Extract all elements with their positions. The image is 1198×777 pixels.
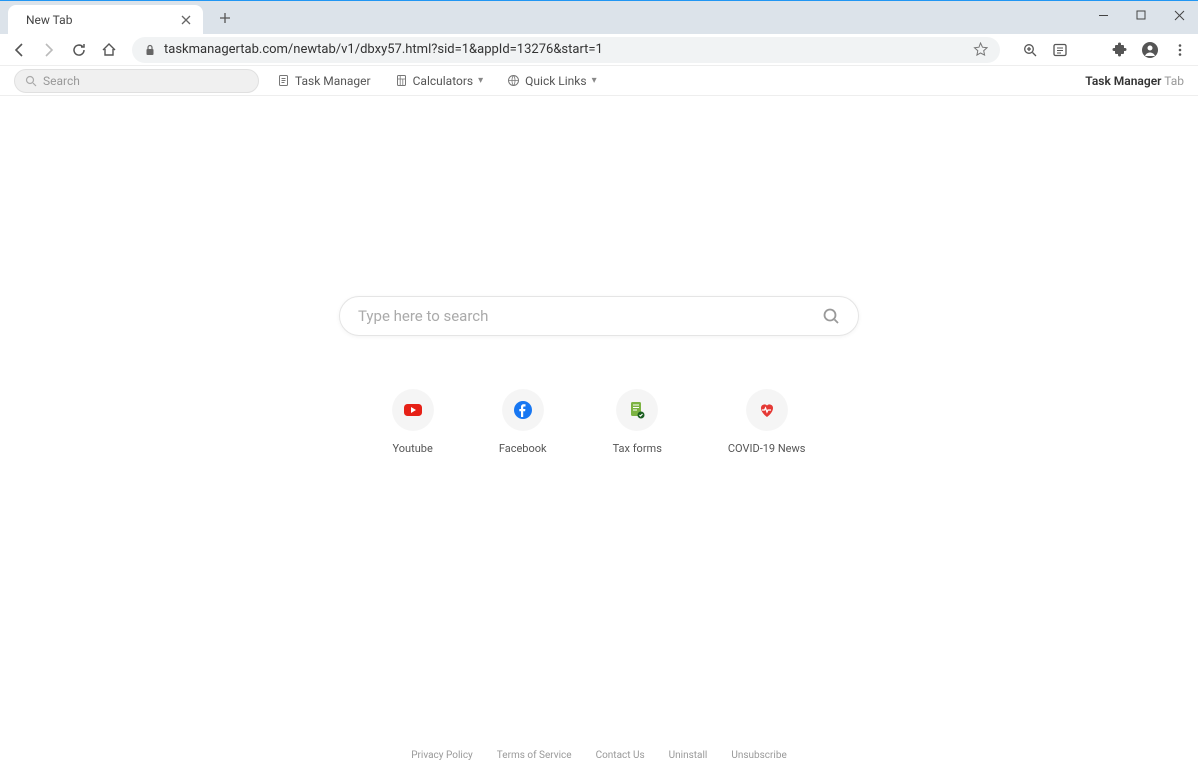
footer-link-unsubscribe[interactable]: Unsubscribe (731, 750, 786, 761)
main-content: Youtube Facebook Tax forms COVID-19 News… (0, 96, 1198, 777)
reload-button[interactable] (66, 37, 92, 63)
footer-link-terms[interactable]: Terms of Service (497, 750, 572, 761)
extensions-icon[interactable] (1108, 38, 1132, 62)
shortcut-label: Tax forms (613, 442, 662, 455)
quick-links-menu[interactable]: Quick Links ▾ (501, 70, 602, 92)
shortcut-tax-forms[interactable]: Tax forms (613, 390, 662, 455)
calculator-icon (395, 74, 408, 87)
search-icon (25, 75, 37, 87)
home-button[interactable] (96, 37, 122, 63)
globe-icon (507, 74, 520, 87)
calculators-label: Calculators (413, 74, 474, 88)
shortcut-facebook[interactable]: Facebook (499, 390, 547, 455)
calculators-menu[interactable]: Calculators ▾ (389, 70, 490, 92)
new-tab-button[interactable] (211, 4, 239, 32)
menu-icon[interactable] (1168, 38, 1192, 62)
shortcut-label: COVID-19 News (728, 442, 806, 455)
youtube-icon (393, 390, 433, 430)
shortcut-label: Facebook (499, 442, 547, 455)
window-controls (1084, 1, 1198, 29)
shortcuts-row: Youtube Facebook Tax forms COVID-19 News (393, 390, 806, 455)
profile-icon[interactable] (1138, 38, 1162, 62)
footer-link-privacy[interactable]: Privacy Policy (411, 750, 473, 761)
footer-links: Privacy Policy Terms of Service Contact … (0, 750, 1198, 761)
main-search-bar[interactable] (339, 296, 859, 336)
forward-button[interactable] (36, 37, 62, 63)
clipboard-icon (277, 74, 290, 87)
chevron-down-icon: ▾ (592, 75, 597, 86)
tab-title: New Tab (18, 13, 179, 27)
close-window-button[interactable] (1160, 1, 1198, 29)
chevron-down-icon: ▾ (478, 75, 483, 86)
tab-bar: New Tab (0, 1, 1198, 34)
shortcut-covid-news[interactable]: COVID-19 News (728, 390, 806, 455)
minimize-button[interactable] (1084, 1, 1122, 29)
main-search-input[interactable] (358, 307, 822, 325)
nav-bar: taskmanagertab.com/newtab/v1/dbxy57.html… (0, 34, 1198, 66)
reader-icon[interactable] (1048, 38, 1072, 62)
toolbar-search[interactable]: Search (14, 69, 259, 93)
heart-icon (747, 390, 787, 430)
facebook-icon (503, 390, 543, 430)
address-bar[interactable]: taskmanagertab.com/newtab/v1/dbxy57.html… (132, 37, 1000, 63)
url-text: taskmanagertab.com/newtab/v1/dbxy57.html… (164, 42, 973, 57)
browser-tab[interactable]: New Tab (8, 5, 203, 34)
toolbar-search-placeholder: Search (43, 74, 80, 88)
extension-toolbar: Search Task Manager Calculators ▾ Quick … (0, 66, 1198, 96)
tax-forms-icon (617, 390, 657, 430)
task-manager-label: Task Manager (295, 74, 371, 88)
search-icon[interactable] (822, 307, 840, 325)
brand-logo: Task Manager Tab (1085, 74, 1184, 88)
footer-link-contact[interactable]: Contact Us (596, 750, 645, 761)
maximize-button[interactable] (1122, 1, 1160, 29)
zoom-icon[interactable] (1018, 38, 1042, 62)
tab-close-icon[interactable] (179, 13, 193, 27)
quick-links-label: Quick Links (525, 74, 586, 88)
bookmark-star-icon[interactable] (973, 42, 988, 57)
shortcut-label: Youtube (393, 442, 433, 455)
task-manager-link[interactable]: Task Manager (271, 70, 377, 92)
back-button[interactable] (6, 37, 32, 63)
shortcut-youtube[interactable]: Youtube (393, 390, 433, 455)
lock-icon (144, 44, 156, 56)
footer-link-uninstall[interactable]: Uninstall (669, 750, 708, 761)
